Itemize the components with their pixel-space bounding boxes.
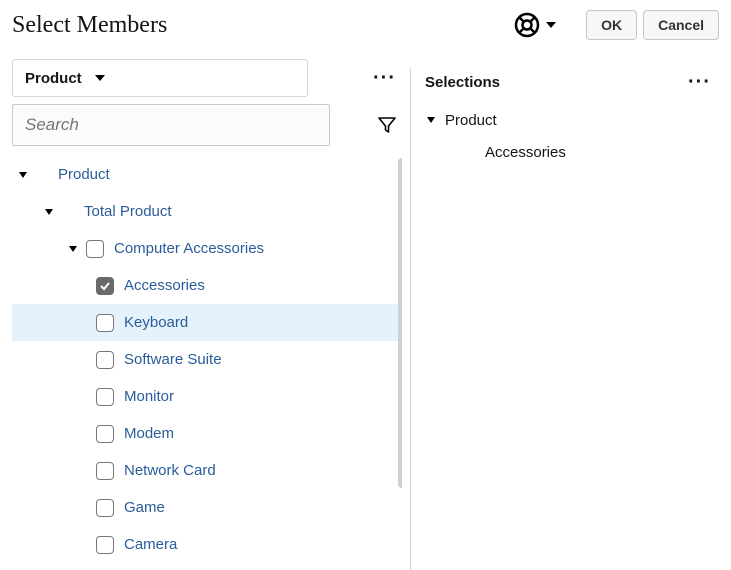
tree-node-label: Software Suite (124, 351, 222, 368)
ok-button[interactable]: OK (586, 10, 637, 40)
tree-node-keyboard[interactable]: Keyboard (12, 304, 402, 341)
checkbox[interactable] (96, 388, 114, 406)
tree-node-software-suite[interactable]: Software Suite (12, 341, 402, 378)
collapse-icon[interactable] (16, 168, 30, 182)
checkbox[interactable] (96, 499, 114, 517)
tree-node-total-product[interactable]: Total Product (12, 193, 402, 230)
selection-node-label: Product (445, 112, 497, 129)
dimension-selector[interactable]: Product (12, 59, 308, 97)
checkbox-checked[interactable] (96, 277, 114, 295)
help-icon[interactable] (514, 12, 540, 38)
tree-node-camera[interactable]: Camera (12, 526, 402, 563)
right-overflow-menu[interactable]: ··· (682, 71, 717, 94)
cancel-button[interactable]: Cancel (643, 10, 719, 40)
chevron-down-icon (94, 72, 106, 84)
collapse-icon[interactable] (66, 242, 80, 256)
tree-node-label: Network Card (124, 462, 216, 479)
checkbox[interactable] (96, 425, 114, 443)
tree-node-monitor[interactable]: Monitor (12, 378, 402, 415)
checkbox[interactable] (86, 240, 104, 258)
checkbox[interactable] (96, 314, 114, 332)
left-overflow-menu[interactable]: ··· (367, 67, 402, 90)
checkbox[interactable] (96, 536, 114, 554)
member-tree: Product Total Product Computer Accessori… (12, 156, 402, 570)
dimension-selector-label: Product (25, 70, 82, 87)
collapse-icon[interactable] (42, 205, 56, 219)
tree-node-label: Modem (124, 425, 174, 442)
help-dropdown-caret-icon[interactable] (544, 18, 558, 32)
page-title: Select Members (12, 12, 514, 39)
tree-node-label: Game (124, 499, 165, 516)
search-input[interactable] (12, 104, 330, 146)
tree-node-modem[interactable]: Modem (12, 415, 402, 452)
tree-node-computer-accessories[interactable]: Computer Accessories (12, 230, 402, 267)
tree-node-accessories[interactable]: Accessories (12, 267, 402, 304)
tree-node-label: Total Product (84, 203, 172, 220)
selection-node-accessories[interactable]: Accessories (425, 136, 717, 168)
selection-node-product[interactable]: Product (425, 104, 717, 136)
selection-node-label: Accessories (485, 144, 566, 161)
tree-node-label: Computer Accessories (114, 240, 264, 257)
funnel-icon (377, 115, 397, 135)
tree-node-label: Keyboard (124, 314, 188, 331)
checkbox[interactable] (96, 462, 114, 480)
tree-node-label: Camera (124, 536, 177, 553)
tree-node-product[interactable]: Product (12, 156, 402, 193)
tree-node-label: Accessories (124, 277, 205, 294)
panel-divider (410, 68, 411, 570)
tree-node-game[interactable]: Game (12, 489, 402, 526)
filter-button[interactable] (372, 110, 402, 140)
tree-node-label: Product (58, 166, 110, 183)
checkbox[interactable] (96, 351, 114, 369)
selections-title: Selections (425, 74, 500, 91)
tree-node-network-card[interactable]: Network Card (12, 452, 402, 489)
tree-node-label: Monitor (124, 388, 174, 405)
scrollbar[interactable] (398, 158, 402, 488)
collapse-icon[interactable] (425, 114, 439, 126)
